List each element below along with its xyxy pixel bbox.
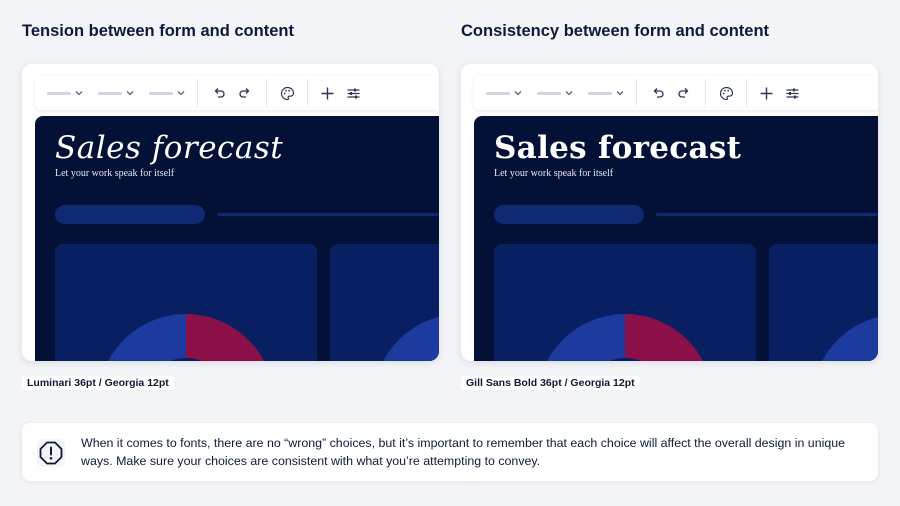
chevron-down-icon [75,91,83,96]
palette-icon[interactable] [276,82,298,104]
editor-toolbar [35,76,439,110]
chevron-down-icon [177,91,185,96]
donut-chart [822,316,878,361]
sliders-icon[interactable] [342,82,364,104]
donut-chart [383,316,439,361]
alert-icon [37,439,65,467]
panel-heading-tension: Tension between form and content [22,22,294,40]
placeholder-line [217,213,439,216]
font-style-dropdown[interactable] [588,90,624,96]
slide-preview: Sales forecast Let your work speak for i… [474,116,878,361]
palette-icon[interactable] [715,82,737,104]
chevron-down-icon [616,91,624,96]
donut-chart [547,314,703,361]
chart-tile [494,244,756,361]
slide-subtitle: Let your work speak for itself [55,168,175,179]
chart-tile [769,244,878,361]
sliders-icon[interactable] [781,82,803,104]
placeholder-pill [494,205,644,224]
undo-icon[interactable] [647,82,669,104]
slide-preview: Sales forecast Let your work speak for i… [35,116,439,361]
chart-tile [330,244,439,361]
slide-title: Sales forecast [494,130,742,166]
editor-card-consistency: Sales forecast Let your work speak for i… [461,64,878,361]
plus-icon[interactable] [755,82,777,104]
info-note: When it comes to fonts, there are no “wr… [22,423,878,481]
font-family-dropdown[interactable] [486,90,522,96]
placeholder-line [656,213,878,216]
format-dropdowns [474,76,636,110]
donut-segment [625,314,703,361]
panel-heading-consistency: Consistency between form and content [461,22,770,40]
donut-segment [108,314,186,361]
format-dropdowns [35,76,197,110]
plus-icon[interactable] [316,82,338,104]
note-text: When it comes to fonts, there are no “wr… [81,436,846,468]
redo-icon[interactable] [234,82,256,104]
donut-segment [383,316,439,361]
placeholder-pill [55,205,205,224]
slide-subtitle: Let your work speak for itself [494,168,614,179]
donut-segment [822,316,878,361]
chevron-down-icon [514,91,522,96]
redo-icon[interactable] [673,82,695,104]
undo-icon[interactable] [208,82,230,104]
chart-tile [55,244,317,361]
editor-card-tension: Sales forecast Let your work speak for i… [22,64,439,361]
font-style-dropdown[interactable] [149,90,185,96]
font-caption: Gill Sans Bold 36pt / Georgia 12pt [461,376,640,390]
font-family-dropdown[interactable] [47,90,83,96]
donut-chart [108,314,264,361]
donut-segment [186,314,264,361]
donut-segment [547,314,625,361]
font-size-dropdown[interactable] [98,90,134,96]
editor-toolbar [474,76,878,110]
chevron-down-icon [565,91,573,96]
slide-title: Sales forecast [55,130,284,166]
font-caption: Luminari 36pt / Georgia 12pt [22,376,174,390]
font-size-dropdown[interactable] [537,90,573,96]
chevron-down-icon [126,91,134,96]
